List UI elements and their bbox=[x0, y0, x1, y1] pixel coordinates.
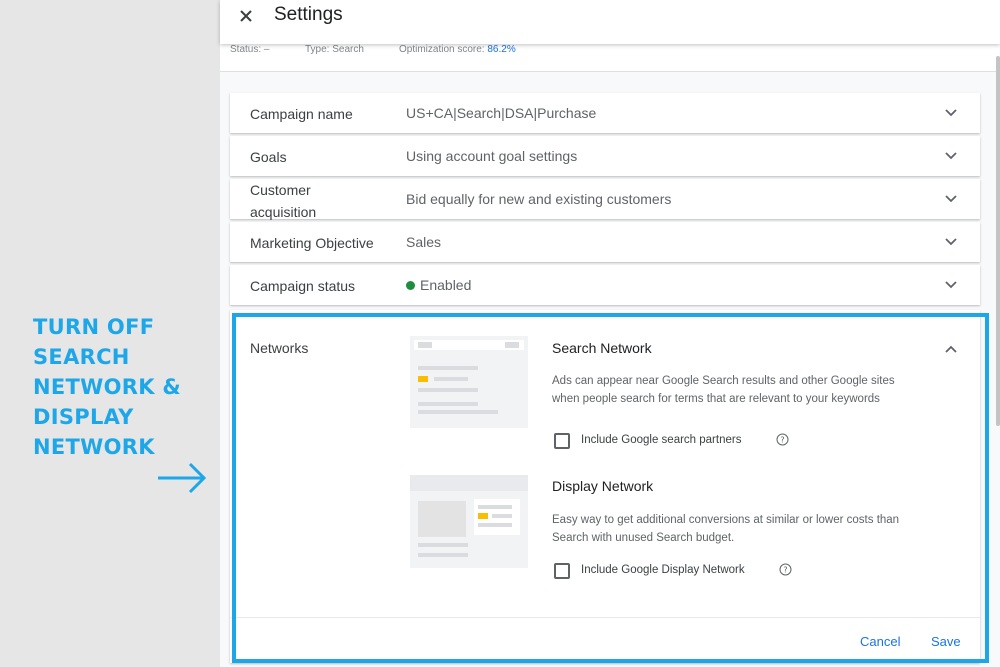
row-label: Customer acquisition bbox=[250, 182, 317, 220]
annotation-line: SEARCH bbox=[33, 345, 130, 369]
annotation-line: NETWORK bbox=[33, 435, 155, 459]
search-network-illustration bbox=[410, 336, 528, 428]
page-title: Settings bbox=[274, 4, 343, 25]
row-label: Goals bbox=[250, 149, 287, 165]
row-value: Sales bbox=[406, 234, 442, 250]
close-icon[interactable] bbox=[236, 6, 256, 26]
row-customer-acquisition[interactable]: Customer acquisition Bid equally for new… bbox=[230, 179, 980, 220]
row-value: Using account goal settings bbox=[406, 148, 578, 164]
annotation-text: TURN OFF SEARCH NETWORK & DISPLAY NETWOR… bbox=[33, 312, 223, 462]
row-marketing-objective[interactable]: Marketing Objective Sales bbox=[230, 222, 980, 262]
chevron-down-icon[interactable] bbox=[944, 278, 958, 292]
chevron-down-icon[interactable] bbox=[944, 149, 958, 163]
save-button[interactable]: Save bbox=[931, 634, 961, 649]
optimization-score-label: Optimization score: bbox=[399, 44, 485, 55]
annotation-line: TURN OFF bbox=[33, 315, 155, 339]
display-network-label: Include Google Display Network bbox=[581, 564, 745, 576]
annotation-line: DISPLAY bbox=[33, 405, 134, 429]
search-network-title: Search Network bbox=[552, 340, 652, 356]
row-campaign-name[interactable]: Campaign name US+CA|Search|DSA|Purchase bbox=[230, 93, 980, 133]
row-label: Campaign name bbox=[250, 106, 353, 122]
type-text: Type: Search bbox=[305, 44, 364, 55]
annotation-panel: TURN OFF SEARCH NETWORK & DISPLAY NETWOR… bbox=[0, 0, 220, 667]
optimization-score: Optimization score: 86.2% bbox=[399, 44, 516, 55]
campaign-status-bar: Status: – Type: Search Optimization scor… bbox=[220, 44, 1000, 72]
row-label: Marketing Objective bbox=[250, 235, 374, 251]
networks-section: Networks Search Network Ads can appear n… bbox=[230, 310, 980, 663]
arrow-right-icon bbox=[158, 462, 207, 494]
settings-panel: Settings Status: – Type: Search Optimiza… bbox=[220, 0, 1000, 667]
help-icon[interactable]: ? bbox=[776, 433, 789, 446]
top-bar: Settings bbox=[220, 0, 1000, 44]
display-network-title: Display Network bbox=[552, 478, 654, 494]
search-partners-label: Include Google search partners bbox=[581, 434, 742, 446]
svg-text:?: ? bbox=[780, 436, 784, 445]
search-network-description: Ads can appear near Google Search result… bbox=[552, 375, 895, 405]
chevron-down-icon[interactable] bbox=[944, 235, 958, 249]
display-network-illustration bbox=[410, 475, 528, 568]
chevron-down-icon[interactable] bbox=[944, 192, 958, 206]
status-value: Enabled bbox=[420, 277, 472, 293]
annotation-line: NETWORK & bbox=[33, 375, 182, 399]
row-label: Campaign status bbox=[250, 278, 356, 294]
row-value: Bid equally for new and existing custome… bbox=[406, 191, 672, 207]
scrollbar[interactable] bbox=[996, 56, 1000, 426]
display-network-description: Easy way to get additional conversions a… bbox=[552, 514, 900, 544]
help-icon[interactable]: ? bbox=[779, 563, 792, 576]
display-network-checkbox[interactable] bbox=[554, 563, 570, 579]
search-partners-checkbox[interactable] bbox=[554, 433, 570, 449]
cancel-button[interactable]: Cancel bbox=[860, 634, 900, 649]
chevron-down-icon[interactable] bbox=[944, 106, 958, 120]
svg-text:?: ? bbox=[783, 566, 787, 575]
optimization-score-value: 86.2% bbox=[487, 44, 516, 55]
footer-divider bbox=[230, 617, 980, 618]
enabled-status-dot bbox=[406, 281, 415, 290]
networks-label: Networks bbox=[250, 340, 309, 356]
row-value: US+CA|Search|DSA|Purchase bbox=[406, 105, 597, 121]
status-text: Status: – bbox=[230, 44, 270, 55]
row-campaign-status[interactable]: Campaign status Enabled bbox=[230, 265, 980, 305]
chevron-up-icon[interactable] bbox=[944, 342, 958, 356]
row-value: Enabled bbox=[406, 277, 471, 293]
row-goals[interactable]: Goals Using account goal settings bbox=[230, 136, 980, 176]
